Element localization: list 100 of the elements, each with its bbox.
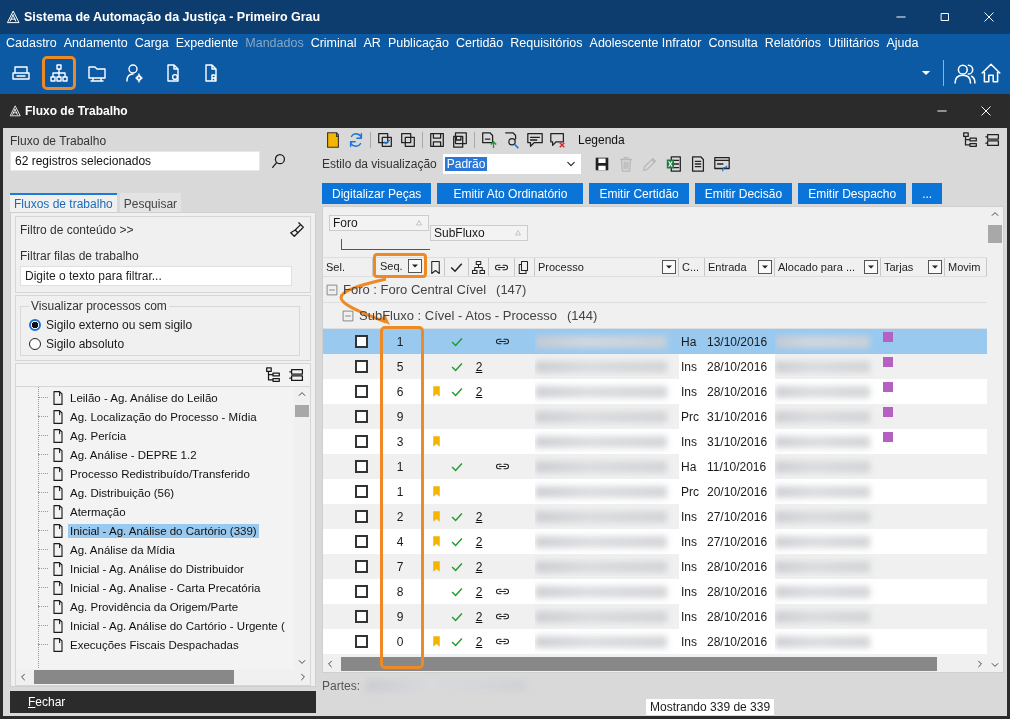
expand-tree-icon[interactable] (961, 131, 979, 149)
action-button[interactable]: Emitir Certidão (589, 183, 689, 204)
filter-button[interactable] (662, 260, 676, 274)
row-checkbox[interactable] (355, 435, 368, 448)
action-button[interactable]: Digitalizar Peças (322, 183, 432, 204)
tab[interactable]: Fluxos de trabalho (10, 193, 117, 212)
filter-toggle[interactable]: Filtro de conteúdo >> (20, 223, 134, 237)
document-upload-icon[interactable] (480, 131, 498, 149)
count-link[interactable]: 2 (475, 609, 483, 624)
expand-tree-icon[interactable] (264, 366, 282, 384)
collapse-tree-icon[interactable] (288, 366, 306, 384)
column-header[interactable] (469, 258, 489, 276)
menu-item[interactable]: Requisitórios (510, 36, 583, 50)
flow-field[interactable]: 62 registros selecionados (10, 151, 260, 171)
action-button[interactable]: Emitir Despacho (798, 183, 907, 204)
filter-button[interactable] (864, 260, 878, 274)
menu-item[interactable]: Utilitários (828, 36, 880, 50)
scroll-thumb[interactable] (988, 225, 1002, 243)
tree-item[interactable]: Ag. Distribuição (56) (68, 485, 177, 500)
count-link[interactable]: 2 (475, 534, 483, 549)
menu-item[interactable]: Cadastro (6, 36, 57, 50)
comment-delete-icon[interactable] (549, 131, 567, 149)
tree-item[interactable]: Ag. Perícia (68, 428, 129, 443)
count-link[interactable]: 2 (475, 584, 483, 599)
count-link[interactable]: 2 (475, 634, 483, 649)
tree-item[interactable]: Inicial - Ag. Análise do Cartório - Urgente ( (68, 618, 287, 633)
note-icon[interactable] (324, 131, 342, 149)
row-checkbox[interactable] (355, 335, 368, 348)
users-icon[interactable] (954, 62, 976, 84)
menu-item[interactable]: Ajuda (886, 36, 919, 50)
group-chip[interactable]: SubFluxo (430, 225, 528, 241)
column-header[interactable]: Entrada (705, 258, 775, 276)
menu-item[interactable]: Andamento (63, 36, 128, 50)
row-checkbox[interactable] (355, 385, 368, 398)
action-button[interactable]: Emitir Ato Ordinatório (437, 183, 584, 204)
row-checkbox[interactable] (355, 410, 368, 423)
style-dropdown[interactable]: Padrão (442, 154, 581, 174)
row-checkbox[interactable] (355, 585, 368, 598)
tree-item[interactable]: Execuções Fiscais Despachadas (68, 637, 241, 652)
menu-item[interactable]: Relatórios (764, 36, 822, 50)
row-checkbox[interactable] (355, 460, 368, 473)
row-checkbox[interactable] (355, 560, 368, 573)
column-header[interactable]: Sel. (323, 258, 373, 276)
tree-item[interactable]: Processo Redistribuído/Transferido (68, 466, 252, 481)
menu-item[interactable]: Expediente (175, 36, 239, 50)
row-checkbox[interactable] (355, 635, 368, 648)
table-row[interactable]: 8 2 Ins 28/10/2016 (323, 579, 987, 604)
column-header[interactable]: Processo (535, 258, 679, 276)
row-checkbox[interactable] (355, 535, 368, 548)
column-header[interactable]: Seq. (373, 253, 427, 278)
copy-icon[interactable] (399, 131, 417, 149)
comment-icon[interactable] (526, 131, 544, 149)
count-link[interactable]: 2 (475, 384, 483, 399)
menu-item[interactable]: Carga (134, 36, 169, 50)
table-row[interactable]: 4 2 Ins 27/10/2016 (323, 529, 987, 554)
count-link[interactable]: 2 (475, 359, 483, 374)
column-header[interactable]: Alocado para ... (775, 258, 881, 276)
tree-item[interactable]: Inicial - Ag. Análise do Cartório (339) (68, 523, 259, 538)
tree-item[interactable]: Inicial - Ag. Analise - Carta Precatória (68, 580, 263, 595)
maximize-icon[interactable] (938, 10, 952, 24)
row-checkbox[interactable] (355, 360, 368, 373)
radio-button[interactable] (29, 338, 41, 350)
count-link[interactable]: 2 (475, 509, 483, 524)
tree-item[interactable]: Ag. Análise da Mídia (68, 542, 177, 557)
close-icon[interactable] (982, 10, 996, 24)
menu-item[interactable]: Certidão (456, 36, 504, 50)
scroll-thumb[interactable] (295, 405, 309, 417)
tree-item[interactable]: Inicial - Ag. Análise do Distribuidor (68, 561, 246, 576)
tab[interactable]: Pesquisar (119, 193, 182, 212)
refresh-icon[interactable] (347, 131, 365, 149)
scroll-thumb[interactable] (34, 670, 234, 684)
close-icon[interactable] (979, 104, 993, 118)
table-row[interactable]: 1 Ha 13/10/2016 (323, 329, 987, 354)
search-icon[interactable] (270, 152, 288, 170)
column-header[interactable]: Tarjas (881, 258, 945, 276)
tree-item[interactable]: Leilão - Ag. Análise do Leilão (68, 390, 220, 405)
menu-item[interactable]: Criminal (310, 36, 357, 50)
radio-button[interactable] (29, 319, 41, 331)
table-row[interactable]: 0 2 Ins 28/10/2016 (323, 629, 987, 654)
row-checkbox[interactable] (355, 510, 368, 523)
legend-button[interactable]: Legenda (578, 133, 625, 147)
menu-item[interactable]: Adolescente Infrator (589, 36, 702, 50)
tree-item[interactable]: Atermação (68, 504, 128, 519)
count-link[interactable]: 2 (475, 559, 483, 574)
brush-icon[interactable] (288, 221, 306, 239)
tree-item[interactable]: Ag. Providência da Origem/Parte (68, 599, 241, 614)
group-chip[interactable]: Foro (329, 215, 429, 231)
table-row[interactable]: 1 Prc 20/10/2016 (323, 479, 987, 504)
home-icon[interactable] (980, 62, 1002, 84)
filter-field[interactable]: Digite o texto para filtrar... (20, 266, 292, 286)
row-checkbox[interactable] (355, 485, 368, 498)
collapse-tree-icon[interactable] (984, 131, 1002, 149)
row-checkbox[interactable] (355, 610, 368, 623)
menu-item[interactable]: AR (363, 36, 381, 50)
spreadsheet-icon[interactable] (664, 155, 683, 173)
tree-item[interactable]: Ag. Localização do Processo - Mídia (68, 409, 259, 424)
close-button[interactable]: Fechar (26, 693, 68, 711)
action-button[interactable]: Emitir Decisão (694, 183, 793, 204)
filter-button[interactable] (928, 260, 942, 274)
menu-item[interactable]: Publicação (387, 36, 450, 50)
